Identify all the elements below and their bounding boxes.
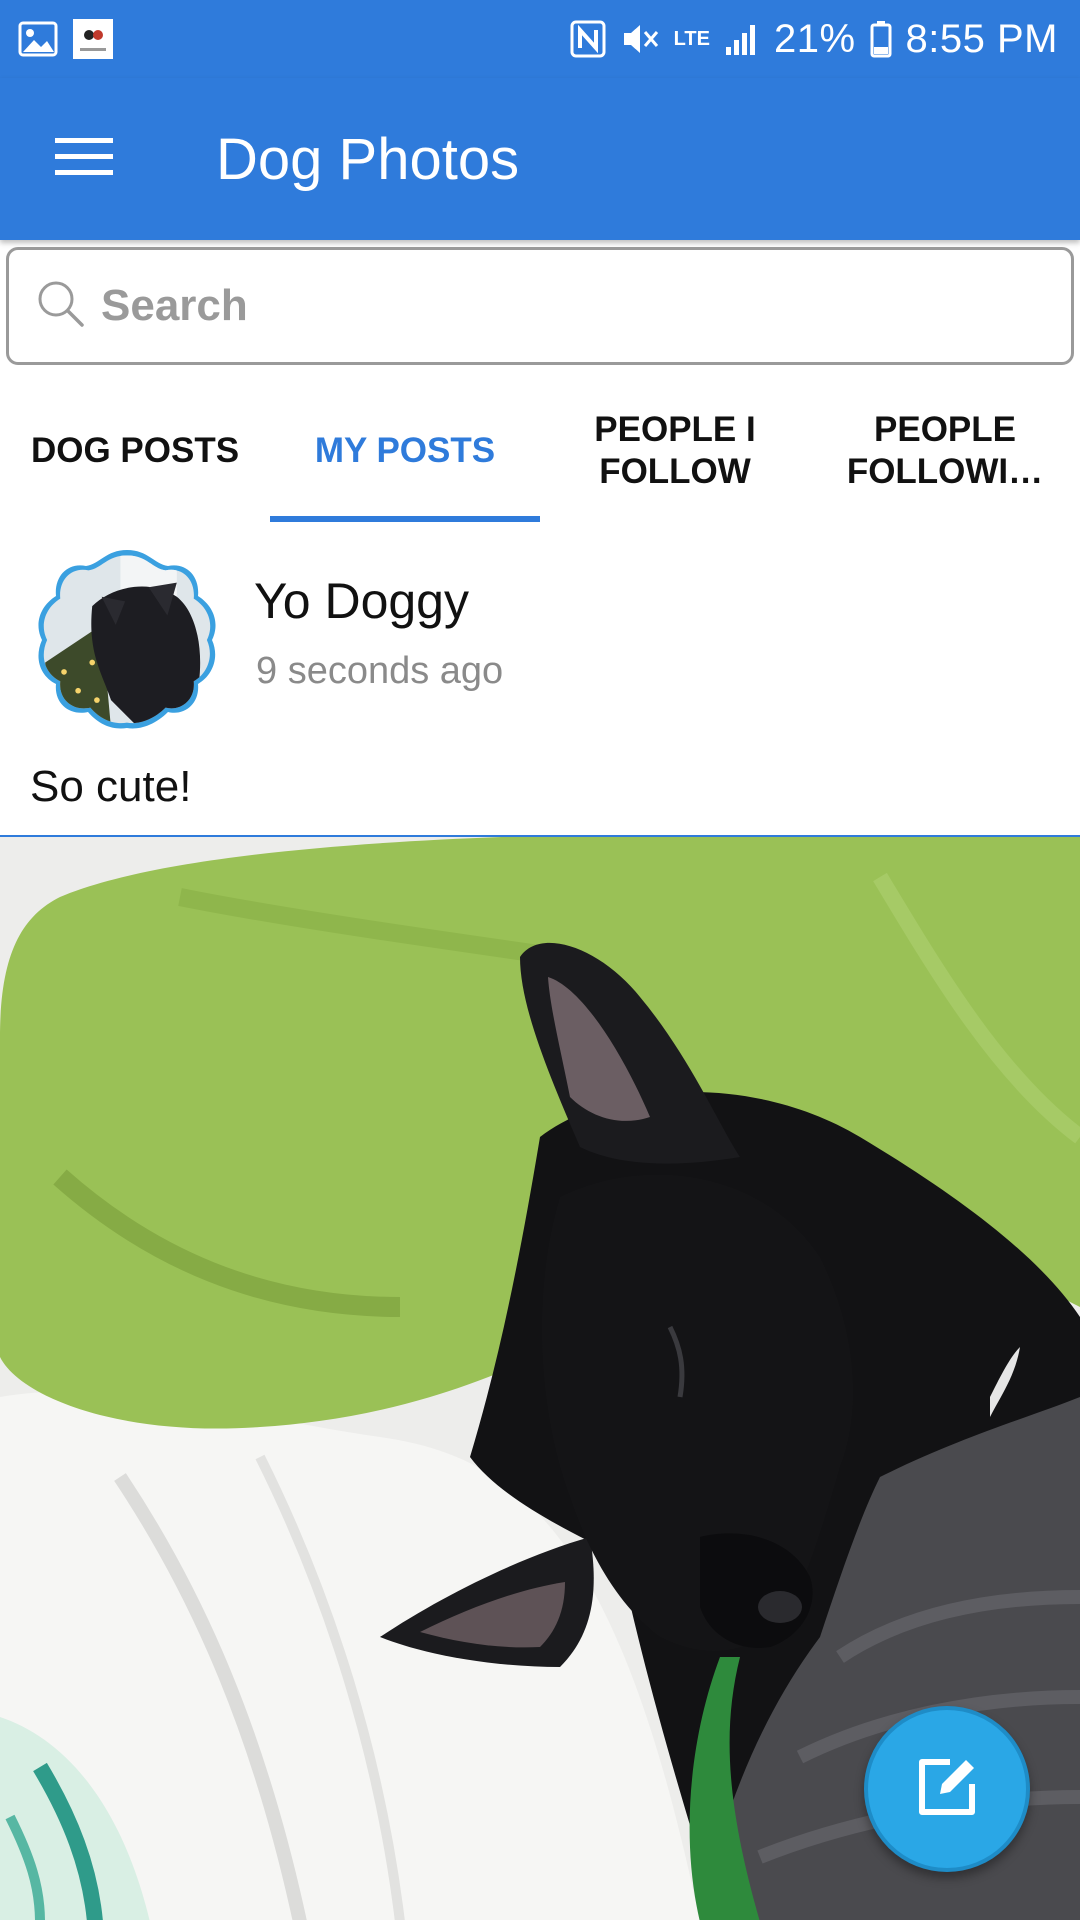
edit-icon <box>912 1752 982 1827</box>
tab-people-i-follow[interactable]: PEOPLE I FOLLOW <box>540 380 810 522</box>
signal-icon <box>724 21 760 57</box>
clock: 8:55 PM <box>905 16 1058 61</box>
app-notification-icon <box>72 18 114 60</box>
network-type: LTE <box>673 28 710 50</box>
app-bar: Dog Photos <box>0 78 1080 240</box>
status-left <box>18 18 114 60</box>
tab-people-following-label: PEOPLE FOLLOWI… <box>846 410 1044 491</box>
tab-dog-posts[interactable]: DOG POSTS <box>0 380 270 522</box>
author-name[interactable]: Yo Doggy <box>254 572 469 630</box>
mute-icon <box>620 20 660 58</box>
tab-bar: DOG POSTS MY POSTS PEOPLE I FOLLOW PEOPL… <box>0 380 1080 522</box>
status-bar: LTE 21% 8:55 PM <box>0 0 1080 78</box>
tab-people-i-follow-label: PEOPLE I FOLLOW <box>594 410 756 491</box>
post-timestamp: 9 seconds ago <box>256 650 504 692</box>
app-title: Dog Photos <box>216 126 520 192</box>
compose-fab-button[interactable] <box>864 1706 1030 1872</box>
battery-percent: 21% <box>773 16 856 61</box>
tab-my-posts[interactable]: MY POSTS <box>270 380 540 522</box>
battery-icon <box>870 20 892 58</box>
hamburger-icon <box>55 136 113 183</box>
screen: LTE 21% 8:55 PM Dog Photos Search DOG PO… <box>0 0 1080 1920</box>
avatar[interactable] <box>30 544 224 734</box>
tab-people-following[interactable]: PEOPLE FOLLOWI… <box>810 380 1080 522</box>
gallery-notification-icon <box>18 19 58 59</box>
menu-button[interactable] <box>42 117 126 201</box>
nfc-icon <box>570 20 606 58</box>
search-input[interactable] <box>101 281 1001 331</box>
search-box[interactable] <box>6 247 1074 365</box>
status-right: LTE 21% 8:55 PM <box>570 17 1058 62</box>
search-icon <box>35 278 87 335</box>
post-text: So cute! <box>30 762 192 811</box>
